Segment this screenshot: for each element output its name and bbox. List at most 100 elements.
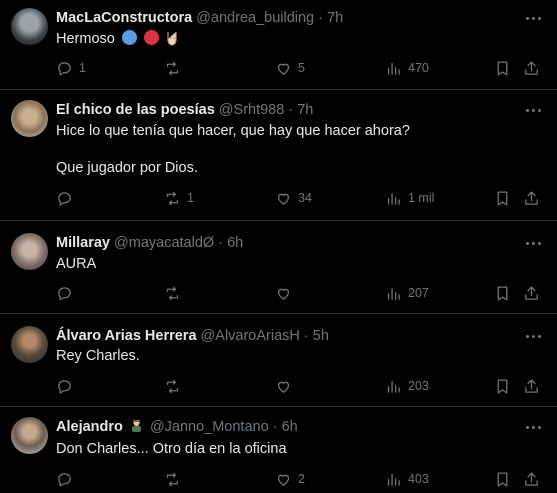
user-handle[interactable]: @mayacataldØ: [114, 235, 214, 251]
retweet-button[interactable]: [164, 58, 187, 78]
retweet-icon: [166, 472, 179, 486]
display-name[interactable]: Alejandro: [56, 419, 123, 435]
tweet-text-line: Que jugador por Dios.: [56, 160, 198, 176]
share-button[interactable]: [523, 188, 540, 208]
tweet-4[interactable]: Álvaro Arias Herrera @AlvaroAriasH · 5h …: [0, 314, 557, 407]
avatar[interactable]: [11, 233, 48, 270]
views-chart-icon: [387, 287, 400, 300]
tweet-text-line: Don Charles... Otro día en la oficina: [56, 441, 287, 457]
tweet-header: Millaray @mayacataldØ · 6h: [56, 234, 243, 252]
share-icon: [525, 60, 538, 75]
more-options-icon[interactable]: [523, 234, 543, 252]
share-button[interactable]: [523, 469, 540, 489]
tweet-header: Álvaro Arias Herrera @AlvaroAriasH · 5h: [56, 327, 329, 345]
share-button[interactable]: [523, 376, 540, 396]
display-name[interactable]: MacLaConstructora: [56, 10, 192, 26]
reply-button[interactable]: [56, 469, 79, 489]
like-button[interactable]: [275, 283, 298, 303]
reply-icon: [58, 472, 71, 487]
tweet-3[interactable]: Millaray @mayacataldØ · 6h AURA 207: [0, 221, 557, 314]
tweet-2[interactable]: El chico de las poesías @Srht988 · 7h Hi…: [0, 90, 557, 221]
display-name[interactable]: Millaray: [56, 235, 110, 251]
bookmark-button[interactable]: [494, 376, 511, 396]
bookmark-icon: [497, 285, 508, 301]
tweet-1[interactable]: MacLaConstructora @andrea_building · 7h …: [0, 0, 557, 90]
bookmark-button[interactable]: [494, 283, 511, 303]
views-button[interactable]: 1 mil: [385, 188, 434, 208]
retweet-icon: [166, 61, 179, 75]
tweet-header: MacLaConstructora @andrea_building · 7h: [56, 9, 343, 27]
reply-button[interactable]: [56, 283, 79, 303]
display-name[interactable]: Álvaro Arias Herrera: [56, 328, 197, 344]
tweet-text: Hermoso: [56, 30, 179, 52]
views-button[interactable]: 403: [385, 469, 429, 489]
reply-icon: [58, 191, 71, 206]
avatar[interactable]: [11, 417, 48, 454]
user-handle[interactable]: @Srht988: [219, 102, 285, 118]
more-options-icon[interactable]: [523, 101, 543, 119]
separator-dot: ·: [303, 328, 309, 344]
user-handle[interactable]: @AlvaroAriasH: [201, 328, 300, 344]
tweet-actions: 207: [0, 283, 557, 303]
retweet-button[interactable]: [164, 469, 187, 489]
bookmark-button[interactable]: [494, 58, 511, 78]
timestamp[interactable]: 7h: [327, 10, 343, 26]
reply-button[interactable]: 1: [56, 58, 86, 78]
like-count: 2: [298, 472, 305, 486]
avatar[interactable]: [11, 100, 48, 137]
views-button[interactable]: 470: [385, 58, 429, 78]
tweet-header: Alejandro @Janno_Montano · 6h: [56, 418, 298, 438]
separator-dot: ·: [218, 235, 224, 251]
share-button[interactable]: [523, 58, 540, 78]
share-icon: [525, 471, 538, 486]
retweet-button[interactable]: [164, 283, 187, 303]
views-chart-icon: [387, 192, 400, 205]
verified-badge-icon: [129, 418, 144, 438]
views-button[interactable]: 207: [385, 283, 429, 303]
more-options-icon[interactable]: [523, 9, 543, 27]
timestamp[interactable]: 6h: [282, 419, 298, 435]
red-heart-emoji-icon: [143, 30, 159, 45]
separator-dot: ·: [318, 10, 323, 26]
views-chart-icon: [387, 380, 400, 393]
retweet-count: 1: [187, 191, 194, 205]
bookmark-icon: [497, 60, 508, 76]
view-count: 470: [408, 61, 429, 75]
retweet-button[interactable]: [164, 376, 187, 396]
user-handle[interactable]: @Janno_Montano: [150, 419, 269, 435]
tweet-text-line: AURA: [56, 256, 97, 272]
timestamp[interactable]: 6h: [227, 235, 243, 251]
views-chart-icon: [387, 473, 400, 486]
timestamp[interactable]: 5h: [313, 328, 329, 344]
tweet-actions: 2 403: [0, 469, 557, 489]
more-options-icon[interactable]: [523, 327, 543, 345]
retweet-button[interactable]: 1: [164, 188, 194, 208]
user-handle[interactable]: @andrea_building: [196, 10, 314, 26]
like-button[interactable]: 34: [275, 188, 312, 208]
reply-icon: [58, 61, 71, 76]
reply-count: 1: [79, 61, 86, 75]
like-button[interactable]: 5: [275, 58, 305, 78]
share-button[interactable]: [523, 283, 540, 303]
bookmark-button[interactable]: [494, 188, 511, 208]
like-button[interactable]: [275, 376, 298, 396]
retweet-icon: [166, 286, 179, 300]
timestamp[interactable]: 7h: [297, 102, 313, 118]
tweet-actions: 203: [0, 376, 557, 396]
tweet-5[interactable]: Alejandro @Janno_Montano · 6h Don Charle…: [0, 407, 557, 493]
more-options-icon[interactable]: [523, 418, 543, 436]
like-count: 5: [298, 61, 305, 75]
share-icon: [525, 285, 538, 300]
tweet-text-line: Rey Charles.: [56, 348, 140, 364]
display-name[interactable]: El chico de las poesías: [56, 102, 215, 118]
reply-button[interactable]: [56, 376, 79, 396]
tweet-text-line: Hermoso: [56, 31, 115, 47]
avatar[interactable]: [11, 326, 48, 363]
avatar[interactable]: [11, 8, 48, 45]
reply-button[interactable]: [56, 188, 79, 208]
like-button[interactable]: 2: [275, 469, 305, 489]
bookmark-icon: [497, 471, 508, 487]
bookmark-button[interactable]: [494, 469, 511, 489]
views-button[interactable]: 203: [385, 376, 429, 396]
heart-icon: [277, 288, 290, 300]
